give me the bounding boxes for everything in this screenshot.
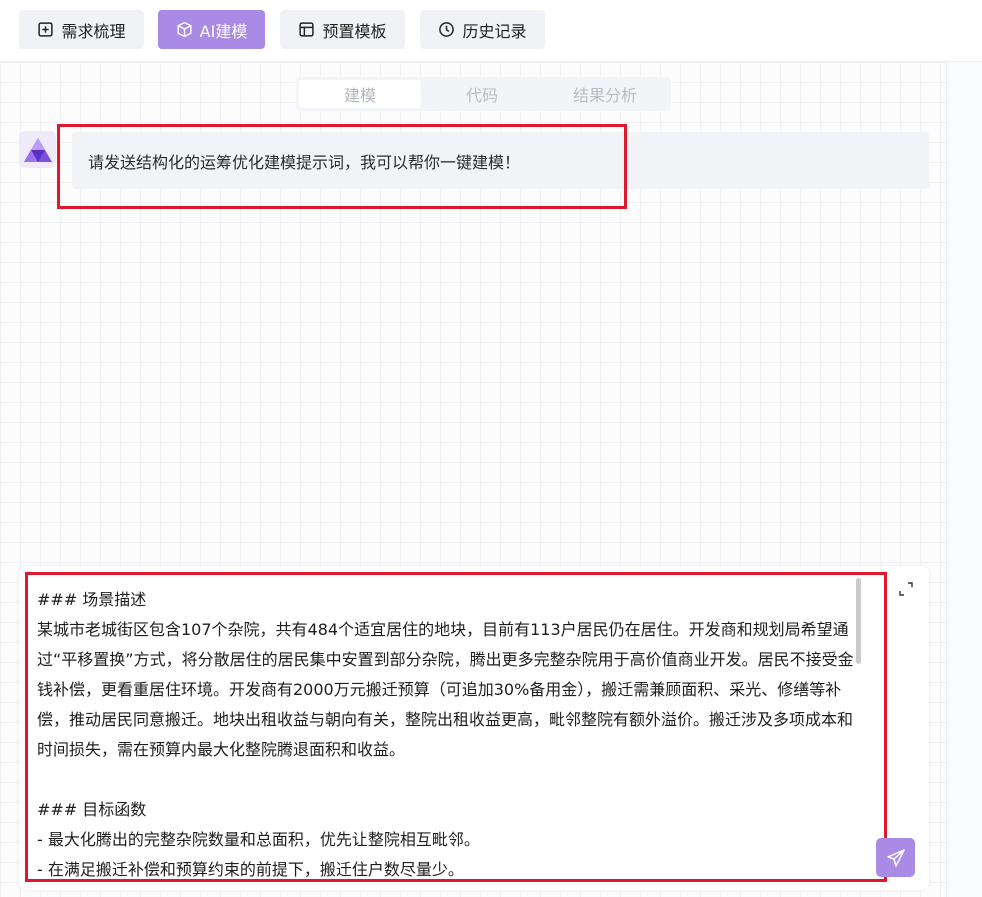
top-toolbar: 需求梳理 AI建模 预置模板 历史记录	[0, 0, 982, 62]
expand-icon[interactable]	[897, 580, 915, 598]
send-icon	[886, 848, 905, 867]
requirements-button-label: 需求梳理	[61, 21, 126, 41]
tab-code[interactable]: 代码	[421, 80, 543, 108]
tab-modeling[interactable]: 建模	[299, 80, 421, 108]
highlight-box-message	[57, 124, 627, 209]
ai-modeling-button[interactable]: AI建模	[158, 10, 265, 49]
view-tabs: 建模 代码 结果分析	[296, 77, 671, 111]
cube-icon	[177, 21, 192, 38]
tab-result-analysis[interactable]: 结果分析	[544, 80, 666, 108]
templates-button-label: 预置模板	[322, 21, 387, 41]
clock-icon	[439, 22, 455, 37]
requirements-button[interactable]: 需求梳理	[19, 10, 144, 49]
templates-button[interactable]: 预置模板	[280, 10, 405, 49]
plus-square-icon	[38, 22, 54, 37]
triangle-logo-icon	[23, 137, 52, 162]
highlight-box-input	[25, 572, 887, 882]
send-button[interactable]	[876, 838, 915, 877]
right-side-panel	[946, 62, 982, 897]
layout-template-icon	[299, 22, 315, 37]
assistant-avatar	[19, 131, 56, 168]
ai-modeling-button-label: AI建模	[199, 21, 248, 41]
history-button-label: 历史记录	[462, 21, 527, 41]
history-button[interactable]: 历史记录	[420, 10, 545, 49]
